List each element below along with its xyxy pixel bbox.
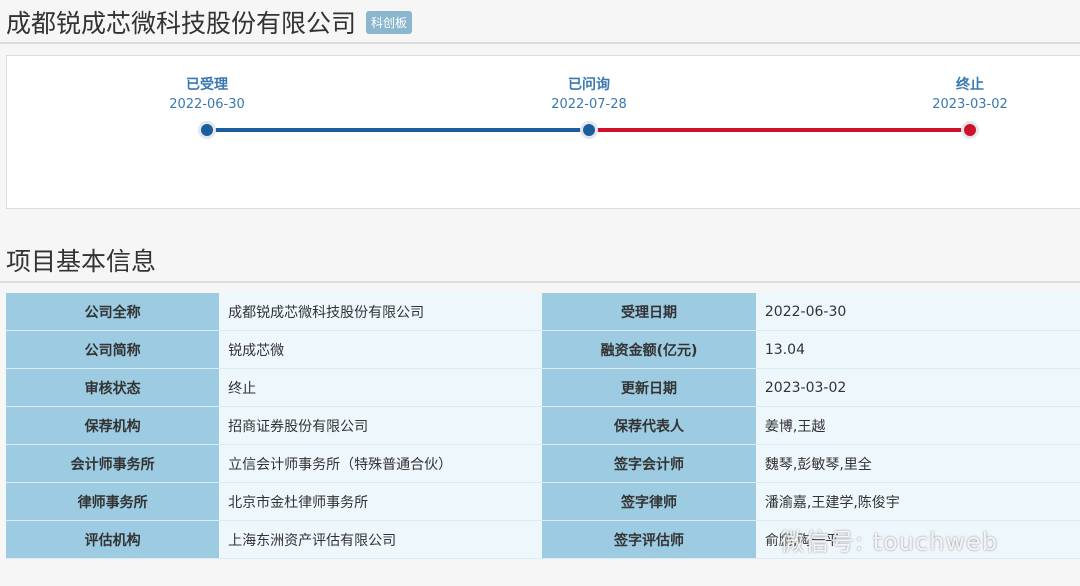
field-label: 律师事务所 xyxy=(6,482,220,521)
company-name: 成都锐成芯微科技股份有限公司 xyxy=(6,9,357,38)
table-row: 会计师事务所 立信会计师事务所（特殊普通合伙） 签字会计师 魏琴,彭敏琴,里全 xyxy=(6,444,1080,483)
field-label: 保荐机构 xyxy=(6,406,220,445)
field-value: 立信会计师事务所（特殊普通合伙） xyxy=(219,444,543,483)
table-row: 公司全称 成都锐成芯微科技股份有限公司 受理日期 2022-06-30 xyxy=(6,293,1080,331)
step-date: 2023-03-02 xyxy=(932,97,1008,112)
info-table: 公司全称 成都锐成芯微科技股份有限公司 受理日期 2022-06-30 公司简称 锐成芯微… xyxy=(6,293,1080,559)
timeline-step-accepted: 已受理 2022-06-30 xyxy=(147,74,267,112)
field-label: 签字律师 xyxy=(542,482,756,521)
field-label: 公司简称 xyxy=(6,330,220,369)
field-label: 公司全称 xyxy=(6,293,220,331)
table-row: 公司简称 锐成芯微 融资金额(亿元) 13.04 xyxy=(6,330,1080,369)
step-label: 已问询 xyxy=(568,77,610,93)
field-value: 13.04 xyxy=(755,330,1080,369)
field-value: 2023-03-02 xyxy=(755,368,1080,407)
timeline-dot xyxy=(580,121,598,139)
field-label: 融资金额(亿元) xyxy=(542,330,756,369)
field-value: 魏琴,彭敏琴,里全 xyxy=(755,444,1080,483)
timeline-segment-red xyxy=(589,128,970,132)
table-row: 审核状态 终止 更新日期 2023-03-02 xyxy=(6,368,1080,407)
field-value: 潘渝嘉,王建学,陈俊宇 xyxy=(755,482,1080,521)
table-row: 保荐机构 招商证券股份有限公司 保荐代表人 姜博,王越 xyxy=(6,406,1080,445)
board-badge: 科创板 xyxy=(366,10,413,34)
field-label: 签字会计师 xyxy=(542,444,756,483)
timeline-segment-blue xyxy=(207,128,589,132)
field-value: 2022-06-30 xyxy=(755,293,1080,331)
step-label: 已受理 xyxy=(186,77,228,93)
field-label: 更新日期 xyxy=(542,368,756,407)
table-row: 律师事务所 北京市金杜律师事务所 签字律师 潘渝嘉,王建学,陈俊宇 xyxy=(6,482,1080,521)
field-value: 锐成芯微 xyxy=(219,330,543,369)
field-label: 签字评估师 xyxy=(542,520,756,559)
step-date: 2022-06-30 xyxy=(169,97,245,112)
field-value: 成都锐成芯微科技股份有限公司 xyxy=(219,293,543,331)
divider xyxy=(0,281,1080,283)
field-label: 受理日期 xyxy=(542,293,756,331)
field-value: 北京市金杜律师事务所 xyxy=(219,482,543,521)
divider xyxy=(0,42,1080,44)
field-label: 保荐代表人 xyxy=(542,406,756,445)
timeline-dot xyxy=(961,121,979,139)
watermark: 微信号: touchweb xyxy=(780,528,999,556)
field-label: 会计师事务所 xyxy=(6,444,220,483)
field-value: 姜博,王越 xyxy=(755,406,1080,445)
field-value: 招商证券股份有限公司 xyxy=(219,406,543,445)
step-date: 2022-07-28 xyxy=(551,97,627,112)
field-value: 终止 xyxy=(219,368,543,407)
section-title: 项目基本信息 xyxy=(6,247,157,276)
page-title: 成都锐成芯微科技股份有限公司 科创板 xyxy=(6,4,413,40)
timeline-dot xyxy=(198,121,216,139)
field-label: 审核状态 xyxy=(6,368,220,407)
timeline-step-inquired: 已问询 2022-07-28 xyxy=(529,74,649,112)
field-label: 评估机构 xyxy=(6,520,220,559)
field-value: 上海东洲资产评估有限公司 xyxy=(219,520,543,559)
step-label: 终止 xyxy=(956,77,984,93)
timeline-step-terminated: 终止 2023-03-02 xyxy=(910,74,1030,112)
timeline: 已受理 2022-06-30 已问询 2022-07-28 终止 2023-03-02 xyxy=(6,55,1080,209)
